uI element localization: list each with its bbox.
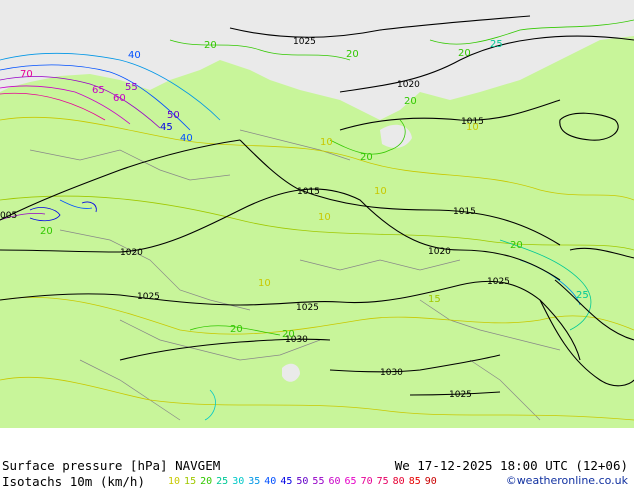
isotach-label: 20 (40, 226, 53, 237)
isobar-label: 1030 (380, 368, 403, 378)
legend-label: Isotachs 10m (km/h) (2, 474, 145, 489)
map-title: Surface pressure [hPa] NAVGEM (2, 458, 221, 473)
isobar-label: 1020 (428, 247, 451, 257)
isotach-label: 20 (510, 240, 523, 251)
isotach-label: 10 (258, 278, 271, 289)
isobar-label: 1025 (449, 390, 472, 400)
isobar-label: 1015 (297, 187, 320, 197)
isotach-label: 10 (318, 212, 331, 223)
isobar-label: 1015 (453, 207, 476, 217)
isotach-label: 20 (346, 49, 359, 60)
isobar-label: 1020 (120, 248, 143, 258)
legend-value: 40 (264, 476, 277, 487)
isotach-legend: 10 15 20 25 30 35 40 45 50 55 60 65 70 75 80 85 90 (168, 476, 441, 487)
valid-time: We 17-12-2025 18:00 UTC (12+06) (394, 458, 628, 473)
isobar-label: 1020 (397, 80, 420, 90)
isotach-label: 20 (404, 96, 417, 107)
legend-value: 60 (328, 476, 341, 487)
isobar-label: 1025 (487, 277, 510, 287)
isobar-label: 1025 (293, 37, 316, 47)
isobar-label: 1025 (296, 303, 319, 313)
isotach-label: 40 (128, 50, 141, 61)
isotach-label: 40 (180, 133, 193, 144)
isotach-label: 20 (360, 152, 373, 163)
isotach-label: 20 (282, 329, 295, 340)
isotach-label: 55 (125, 82, 138, 93)
isotach-label: 10 (466, 122, 479, 133)
credit-link[interactable]: ©weatheronline.co.uk (506, 474, 628, 487)
isotach-label: 20 (204, 40, 217, 51)
legend-value: 25 (216, 476, 229, 487)
weather-map: 1025 1020 1015 1015 1015 1020 1020 1025 … (0, 0, 634, 428)
legend-value: 30 (232, 476, 245, 487)
isobar-label: 1025 (137, 292, 160, 302)
isobar-label: 005 (0, 211, 17, 221)
isotach-label: 65 (92, 85, 105, 96)
isotach-label: 10 (320, 137, 333, 148)
legend-value: 45 (280, 476, 293, 487)
map-footer: Surface pressure [hPa] NAVGEM We 17-12-2… (0, 428, 634, 490)
isotach-label: 20 (230, 324, 243, 335)
isotach-label: 20 (458, 48, 471, 59)
isotach-label: 70 (20, 69, 33, 80)
legend-value: 20 (200, 476, 213, 487)
legend-value: 10 (168, 476, 181, 487)
legend-value: 75 (376, 476, 389, 487)
legend-value: 90 (424, 476, 437, 487)
isotach-label: 25 (490, 39, 503, 50)
legend-value: 55 (312, 476, 325, 487)
legend-value: 70 (360, 476, 373, 487)
legend-value: 15 (184, 476, 197, 487)
isotach-label: 50 (167, 110, 180, 121)
isotach-label: 45 (160, 122, 173, 133)
legend-value: 80 (392, 476, 405, 487)
legend-value: 35 (248, 476, 261, 487)
map-svg: 1025 1020 1015 1015 1015 1020 1020 1025 … (0, 0, 634, 428)
isotach-label: 60 (113, 93, 126, 104)
legend-value: 85 (408, 476, 421, 487)
isotach-label: 25 (576, 290, 589, 301)
legend-value: 65 (344, 476, 357, 487)
isotach-label: 15 (428, 294, 441, 305)
legend-value: 50 (296, 476, 309, 487)
isotach-label: 10 (374, 186, 387, 197)
